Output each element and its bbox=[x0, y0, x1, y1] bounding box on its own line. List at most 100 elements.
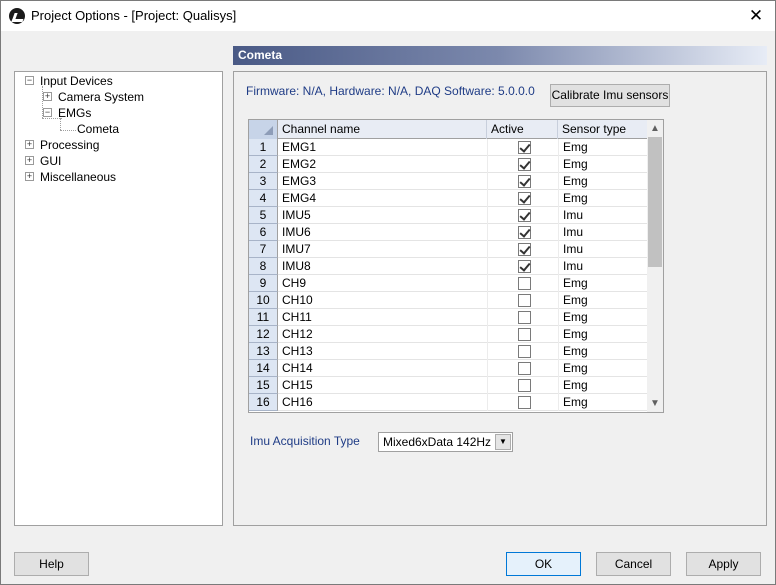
ok-button[interactable]: OK bbox=[506, 552, 581, 576]
grid-vertical-scrollbar[interactable]: ▲ ▼ bbox=[647, 120, 663, 412]
collapse-icon[interactable]: − bbox=[25, 76, 34, 85]
sensor-type-cell[interactable]: Emg bbox=[558, 292, 648, 309]
help-button[interactable]: Help bbox=[14, 552, 89, 576]
active-checkbox[interactable] bbox=[518, 158, 531, 171]
table-row[interactable]: 2 EMG2 Emg bbox=[249, 156, 648, 173]
channel-name-cell[interactable]: EMG3 bbox=[282, 173, 316, 190]
active-checkbox[interactable] bbox=[518, 175, 531, 188]
row-number[interactable]: 9 bbox=[249, 275, 278, 292]
table-row[interactable]: 5 IMU5 Imu bbox=[249, 207, 648, 224]
expand-icon[interactable]: + bbox=[25, 140, 34, 149]
sensor-type-cell[interactable]: Emg bbox=[558, 275, 648, 292]
channel-name-cell[interactable]: IMU6 bbox=[282, 224, 311, 241]
active-checkbox[interactable] bbox=[518, 260, 531, 273]
calibrate-imu-button[interactable]: Calibrate Imu sensors bbox=[550, 84, 670, 107]
table-row[interactable]: 16 CH16 Emg bbox=[249, 394, 648, 411]
expand-icon[interactable]: + bbox=[43, 92, 52, 101]
expand-icon[interactable]: + bbox=[25, 172, 34, 181]
channel-name-cell[interactable]: IMU8 bbox=[282, 258, 311, 275]
table-row[interactable]: 10 CH10 Emg bbox=[249, 292, 648, 309]
row-number[interactable]: 2 bbox=[249, 156, 278, 173]
channel-name-cell[interactable]: CH13 bbox=[282, 343, 313, 360]
channel-name-cell[interactable]: CH10 bbox=[282, 292, 313, 309]
channel-name-cell[interactable]: EMG2 bbox=[282, 156, 316, 173]
sensor-type-cell[interactable]: Emg bbox=[558, 343, 648, 360]
active-checkbox[interactable] bbox=[518, 345, 531, 358]
sensor-type-cell[interactable]: Imu bbox=[558, 241, 648, 258]
table-row[interactable]: 9 CH9 Emg bbox=[249, 275, 648, 292]
table-row[interactable]: 12 CH12 Emg bbox=[249, 326, 648, 343]
channel-name-cell[interactable]: EMG4 bbox=[282, 190, 316, 207]
sensor-type-cell[interactable]: Emg bbox=[558, 377, 648, 394]
row-number[interactable]: 10 bbox=[249, 292, 278, 309]
scroll-thumb[interactable] bbox=[648, 137, 662, 267]
active-checkbox[interactable] bbox=[518, 277, 531, 290]
channel-name-cell[interactable]: CH16 bbox=[282, 394, 313, 411]
expand-icon[interactable]: + bbox=[25, 156, 34, 165]
active-checkbox[interactable] bbox=[518, 396, 531, 409]
active-checkbox[interactable] bbox=[518, 141, 531, 154]
scroll-up-icon[interactable]: ▲ bbox=[647, 120, 663, 137]
column-header-channel-name[interactable]: Channel name bbox=[278, 120, 487, 139]
table-row[interactable]: 15 CH15 Emg bbox=[249, 377, 648, 394]
channel-name-cell[interactable]: EMG1 bbox=[282, 139, 316, 156]
active-checkbox[interactable] bbox=[518, 226, 531, 239]
select-all-corner[interactable] bbox=[249, 120, 278, 139]
channel-name-cell[interactable]: IMU7 bbox=[282, 241, 311, 258]
table-row[interactable]: 4 EMG4 Emg bbox=[249, 190, 648, 207]
column-header-active[interactable]: Active bbox=[487, 120, 558, 139]
apply-button[interactable]: Apply bbox=[686, 552, 761, 576]
dropdown-arrow-icon[interactable]: ▼ bbox=[495, 434, 511, 450]
sensor-type-cell[interactable]: Imu bbox=[558, 224, 648, 241]
channel-grid[interactable]: Channel name Active Sensor type 1 EMG1 Emg… bbox=[248, 119, 664, 413]
active-checkbox[interactable] bbox=[518, 294, 531, 307]
row-number[interactable]: 5 bbox=[249, 207, 278, 224]
title-bar[interactable]: Project Options - [Project: Qualisys] ✕ bbox=[1, 1, 775, 31]
row-number[interactable]: 1 bbox=[249, 139, 278, 156]
row-number[interactable]: 3 bbox=[249, 173, 278, 190]
active-checkbox[interactable] bbox=[518, 379, 531, 392]
channel-name-cell[interactable]: CH14 bbox=[282, 360, 313, 377]
channel-name-cell[interactable]: CH11 bbox=[282, 309, 312, 326]
channel-name-cell[interactable]: IMU5 bbox=[282, 207, 311, 224]
sensor-type-cell[interactable]: Emg bbox=[558, 173, 648, 190]
table-row[interactable]: 7 IMU7 Imu bbox=[249, 241, 648, 258]
channel-name-cell[interactable]: CH12 bbox=[282, 326, 313, 343]
sensor-type-cell[interactable]: Emg bbox=[558, 139, 648, 156]
sensor-type-cell[interactable]: Emg bbox=[558, 190, 648, 207]
row-number[interactable]: 16 bbox=[249, 394, 278, 411]
sensor-type-cell[interactable]: Emg bbox=[558, 309, 648, 326]
sensor-type-cell[interactable]: Emg bbox=[558, 360, 648, 377]
row-number[interactable]: 7 bbox=[249, 241, 278, 258]
table-row[interactable]: 6 IMU6 Imu bbox=[249, 224, 648, 241]
table-row[interactable]: 8 IMU8 Imu bbox=[249, 258, 648, 275]
active-checkbox[interactable] bbox=[518, 209, 531, 222]
scroll-down-icon[interactable]: ▼ bbox=[647, 395, 663, 412]
sensor-type-cell[interactable]: Emg bbox=[558, 326, 648, 343]
active-checkbox[interactable] bbox=[518, 311, 531, 324]
row-number[interactable]: 14 bbox=[249, 360, 278, 377]
collapse-icon[interactable]: − bbox=[43, 108, 52, 117]
sensor-type-cell[interactable]: Emg bbox=[558, 156, 648, 173]
sensor-type-cell[interactable]: Emg bbox=[558, 394, 648, 411]
column-header-sensor-type[interactable]: Sensor type bbox=[558, 120, 648, 139]
sensor-type-cell[interactable]: Imu bbox=[558, 207, 648, 224]
table-row[interactable]: 3 EMG3 Emg bbox=[249, 173, 648, 190]
close-button[interactable]: ✕ bbox=[745, 5, 767, 27]
channel-name-cell[interactable]: CH9 bbox=[282, 275, 306, 292]
table-row[interactable]: 1 EMG1 Emg bbox=[249, 139, 648, 156]
cancel-button[interactable]: Cancel bbox=[596, 552, 671, 576]
table-row[interactable]: 14 CH14 Emg bbox=[249, 360, 648, 377]
row-number[interactable]: 4 bbox=[249, 190, 278, 207]
active-checkbox[interactable] bbox=[518, 328, 531, 341]
row-number[interactable]: 8 bbox=[249, 258, 278, 275]
row-number[interactable]: 13 bbox=[249, 343, 278, 360]
table-row[interactable]: 11 CH11 Emg bbox=[249, 309, 648, 326]
row-number[interactable]: 6 bbox=[249, 224, 278, 241]
imu-acquisition-select[interactable]: Mixed6xData 142Hz ▼ bbox=[378, 432, 513, 452]
table-row[interactable]: 13 CH13 Emg bbox=[249, 343, 648, 360]
active-checkbox[interactable] bbox=[518, 362, 531, 375]
active-checkbox[interactable] bbox=[518, 192, 531, 205]
row-number[interactable]: 15 bbox=[249, 377, 278, 394]
row-number[interactable]: 12 bbox=[249, 326, 278, 343]
